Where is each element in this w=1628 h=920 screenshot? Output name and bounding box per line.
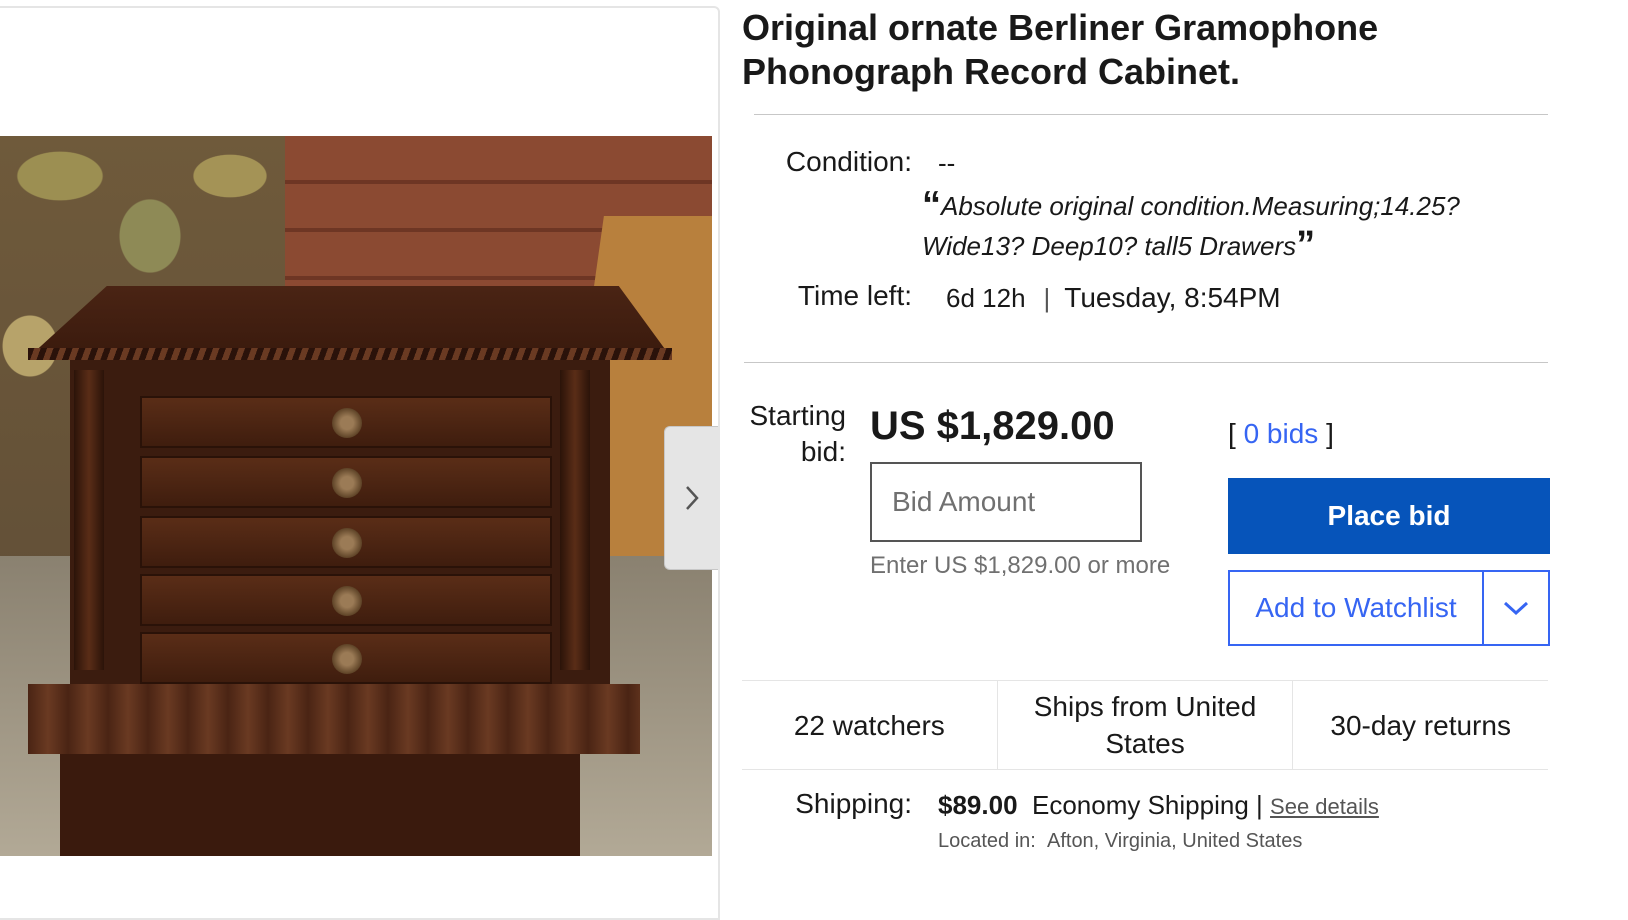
seller-condition-note: “Absolute original condition.Measuring;1… bbox=[922, 186, 1522, 266]
watchlist-control: Add to Watchlist bbox=[1228, 570, 1550, 646]
photo-drawer bbox=[140, 456, 552, 508]
bids-bracket-close: ] bbox=[1326, 418, 1334, 449]
item-details: Original ornate Berliner Gramophone Phon… bbox=[742, 0, 1622, 904]
ships-from: Ships from United States bbox=[996, 681, 1293, 769]
bids-bracket-open: [ bbox=[1228, 418, 1236, 449]
starting-bid-price: US $1,829.00 bbox=[870, 404, 1115, 448]
photo-cabinet-stand bbox=[60, 754, 580, 856]
watchlist-dropdown-button[interactable] bbox=[1482, 572, 1548, 644]
auction-end-time: Tuesday, 8:54PM bbox=[1064, 282, 1281, 313]
time-left-value: 6d 12h | Tuesday, 8:54PM bbox=[946, 282, 1281, 314]
next-image-button[interactable] bbox=[664, 426, 718, 570]
bids-link[interactable]: 0 bids bbox=[1244, 418, 1319, 449]
photo-drawer bbox=[140, 516, 552, 568]
photo-cabinet-carved-base bbox=[28, 684, 640, 754]
photo-cabinet-body bbox=[70, 360, 610, 690]
chevron-right-icon bbox=[685, 486, 699, 510]
place-bid-button[interactable]: Place bid bbox=[1228, 478, 1550, 554]
shipping-separator: | bbox=[1256, 790, 1263, 820]
chevron-down-icon bbox=[1503, 601, 1529, 616]
watchers-count: 22 watchers bbox=[793, 709, 945, 741]
quote-open: “ bbox=[922, 184, 941, 226]
see-details-link[interactable]: See details bbox=[1270, 794, 1379, 819]
shipping-method: Economy Shipping bbox=[1031, 790, 1249, 820]
photo-cabinet-top bbox=[30, 286, 670, 356]
photo-cabinet-pillar bbox=[74, 370, 104, 670]
item-title: Original ornate Berliner Gramophone Phon… bbox=[742, 7, 1379, 92]
item-location: Located in: Afton, Virginia, United Stat… bbox=[938, 830, 1302, 853]
quote-close: ” bbox=[1296, 224, 1316, 266]
starting-bid-label-line2: bid: bbox=[800, 436, 846, 467]
starting-bid-label-line1: Starting bbox=[749, 400, 847, 431]
bid-count: [ 0 bids ] bbox=[1228, 418, 1334, 450]
item-highlights: 22 watchers Ships from United States 30-… bbox=[742, 680, 1548, 770]
bid-amount-input[interactable] bbox=[870, 462, 1142, 542]
photo-drawer bbox=[140, 574, 552, 626]
divider bbox=[754, 114, 1548, 115]
shipping-price: $89.00 bbox=[938, 790, 1018, 820]
photo-cabinet-pillar bbox=[560, 370, 590, 670]
location-label: Located in: bbox=[938, 830, 1036, 852]
shipping-label: Shipping: bbox=[795, 788, 912, 819]
divider bbox=[744, 362, 1548, 363]
photo-cabinet-rope-trim bbox=[28, 348, 672, 360]
photo-drawer bbox=[140, 396, 552, 448]
item-main-image[interactable] bbox=[0, 136, 712, 856]
time-separator: | bbox=[1043, 283, 1051, 313]
condition-quote-text: Absolute original condition.Measuring;14… bbox=[922, 191, 1460, 261]
returns-policy: 30-day returns bbox=[1292, 681, 1548, 769]
image-gallery bbox=[0, 6, 720, 920]
condition-value: -- bbox=[938, 148, 956, 178]
location-value: Afton, Virginia, United States bbox=[1046, 830, 1303, 852]
time-remaining: 6d 12h bbox=[946, 283, 1026, 313]
shipping-info: $89.00 Economy Shipping | See details bbox=[938, 790, 1379, 821]
add-to-watchlist-button[interactable]: Add to Watchlist bbox=[1230, 572, 1482, 644]
condition-label: Condition: bbox=[785, 146, 912, 177]
bid-hint: Enter US $1,829.00 or more bbox=[870, 552, 1171, 579]
time-left-label: Time left: bbox=[797, 280, 912, 311]
starting-bid-label: Starting bid: bbox=[742, 398, 847, 470]
photo-drawer bbox=[140, 632, 552, 684]
